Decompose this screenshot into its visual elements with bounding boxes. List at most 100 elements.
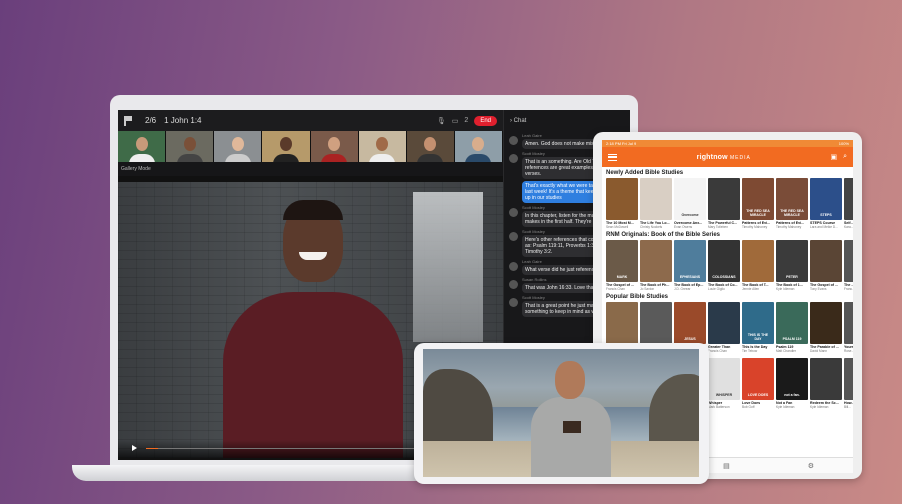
study-card[interactable]: Self... Kara... — [844, 178, 853, 229]
study-cover[interactable]: MARK — [606, 240, 638, 282]
study-card[interactable]: The Gospel of ... Tony Evans — [810, 240, 842, 291]
study-card[interactable]: The Parable of ... David Mann — [810, 302, 842, 353]
avatar — [509, 154, 518, 163]
phone-video[interactable] — [423, 349, 699, 477]
participant-thumb[interactable] — [166, 131, 215, 162]
avatar — [509, 208, 518, 217]
cover-text: THIS IS THE DAY — [747, 333, 769, 341]
study-card[interactable]: The Book of Ph... Jo Saxton — [640, 240, 672, 291]
study-card[interactable]: Greater Than Francis Chan — [708, 302, 740, 353]
study-cover[interactable] — [640, 302, 672, 344]
study-cover[interactable]: WHISPER — [708, 358, 740, 400]
section-title: RNM Originals: Book of the Bible Series — [606, 232, 721, 238]
participant-thumb[interactable] — [262, 131, 311, 162]
participant-thumb[interactable] — [454, 131, 503, 162]
play-icon[interactable] — [132, 445, 137, 451]
study-cover[interactable] — [810, 358, 842, 400]
chat-header: › Chat — [504, 110, 630, 131]
study-cover[interactable] — [606, 302, 638, 344]
study-author: David Mann — [810, 349, 828, 353]
study-card[interactable]: THE RED SEA MIRACLE Patterns of Evi... Tim… — [776, 178, 808, 229]
study-cover[interactable]: not a fan. — [776, 358, 808, 400]
study-card[interactable]: The Powerful C... Mary Totleben — [708, 178, 740, 229]
study-card[interactable]: PETER The Book of 1... Kyle Idleman — [776, 240, 808, 291]
participant-thumb[interactable] — [358, 131, 407, 162]
study-card[interactable]: Redeem the Sc... Kyle Idleman — [810, 358, 842, 409]
study-cover[interactable] — [810, 240, 842, 282]
study-card[interactable]: How...Bill... — [844, 358, 853, 409]
study-cover[interactable] — [844, 358, 853, 400]
flag-icon — [124, 115, 133, 126]
study-author: Francis Chan — [606, 287, 625, 291]
study-cover[interactable]: STEPS — [810, 178, 842, 220]
study-cover[interactable]: Overcome — [674, 178, 706, 220]
study-cover[interactable] — [844, 240, 853, 282]
study-card[interactable]: The ...Franc... — [844, 240, 853, 291]
participant-thumb[interactable] — [118, 131, 167, 162]
study-card[interactable]: Yours...Rose... — [844, 302, 853, 353]
menu-icon[interactable] — [608, 153, 617, 161]
library-icon[interactable]: ▤ — [723, 462, 730, 470]
study-cover[interactable] — [810, 302, 842, 344]
cast-icon[interactable]: ▣ — [830, 153, 837, 161]
study-card[interactable]: THIS IS THE DAY This Is the Day Tim Tebow — [742, 302, 774, 353]
study-author: Francis Chan — [708, 349, 727, 353]
study-card[interactable]: WHISPER Whisper Mark Batterson — [708, 358, 740, 409]
study-cover[interactable]: EPHESIANS — [674, 240, 706, 282]
study-cover[interactable] — [844, 302, 853, 344]
avatar — [509, 280, 518, 289]
study-cover[interactable] — [640, 240, 672, 282]
study-cover[interactable]: THE RED SEA MIRACLE — [742, 178, 774, 220]
mic-icon[interactable]: 🎙 — [437, 117, 446, 125]
study-card[interactable]: STEPS STEPS Course Lara and Meike D... — [810, 178, 842, 229]
participant-thumb[interactable] — [406, 131, 455, 162]
study-cover[interactable] — [844, 178, 853, 220]
study-cover[interactable] — [708, 302, 740, 344]
study-author: Mark Batterson — [708, 405, 730, 409]
study-cover[interactable]: PETER — [776, 240, 808, 282]
end-call-button[interactable]: End — [474, 115, 497, 126]
participant-thumb[interactable] — [310, 131, 359, 162]
study-card[interactable]: COLOSSIANS The Book of Co... Louie Giglio — [708, 240, 740, 291]
study-cover[interactable] — [606, 178, 638, 220]
study-card[interactable]: The Book of T... Jennie Allen — [742, 240, 774, 291]
participant-count[interactable]: 2 — [464, 117, 468, 124]
study-author: Franc... — [844, 287, 853, 291]
cover-text: Overcome — [681, 213, 699, 217]
study-cover[interactable]: THE RED SEA MIRACLE — [776, 178, 808, 220]
study-card[interactable]: The 10 Most M... Sean McDowell — [606, 178, 638, 229]
study-author: Kyle Idleman — [776, 405, 795, 409]
gallery-mode-toggle[interactable]: Gallery Mode — [118, 162, 503, 176]
study-card[interactable]: LOVE DOES Love Does Bob Goff — [742, 358, 774, 409]
participant-thumb[interactable] — [214, 131, 263, 162]
cover-text: STEPS — [820, 213, 832, 217]
study-card[interactable]: THE RED SEA MIRACLE Patterns of Evi... Tim… — [742, 178, 774, 229]
study-card[interactable]: The Life You Lo... Christy Nockels — [640, 178, 672, 229]
camera-icon[interactable]: ▭ — [452, 117, 459, 125]
study-cover[interactable]: THIS IS THE DAY — [742, 302, 774, 344]
study-author: Jo Saxton — [640, 287, 655, 291]
study-cover[interactable]: JESUS — [674, 302, 706, 344]
study-cover[interactable]: LOVE DOES — [742, 358, 774, 400]
cover-text: WHISPER — [715, 393, 733, 397]
study-card[interactable]: EPHESIANS The Book of Ep... J.D. Greear — [674, 240, 706, 291]
study-card[interactable]: Overcome Overcome Anx... Evan Owens — [674, 178, 706, 229]
study-card[interactable]: not a fan. Not a Fan Kyle Idleman — [776, 358, 808, 409]
study-author: Sean McDowell — [606, 225, 629, 229]
video-topbar: 2/6 1 John 1:4 🎙 ▭ 2 End — [118, 110, 503, 131]
study-cover[interactable] — [742, 240, 774, 282]
study-cover[interactable]: COLOSSIANS — [708, 240, 740, 282]
avatar — [509, 262, 518, 271]
study-card[interactable]: MARK The Gospel of ... Francis Chan — [606, 240, 638, 291]
call-controls: 🎙 ▭ 2 End — [437, 115, 497, 126]
avatar — [509, 136, 518, 145]
study-cover[interactable]: PSALM 119 — [776, 302, 808, 344]
cover-text: PSALM 119 — [782, 337, 802, 341]
search-icon[interactable]: ⌕ — [843, 153, 847, 161]
study-author: Kara... — [844, 225, 853, 229]
study-cover[interactable] — [708, 178, 740, 220]
study-card[interactable]: PSALM 119 Psalm 119 Matt Chandler — [776, 302, 808, 353]
settings-icon[interactable]: ⚙ — [808, 462, 814, 470]
passage-title: 1 John 1:4 — [164, 116, 202, 125]
study-cover[interactable] — [640, 178, 672, 220]
